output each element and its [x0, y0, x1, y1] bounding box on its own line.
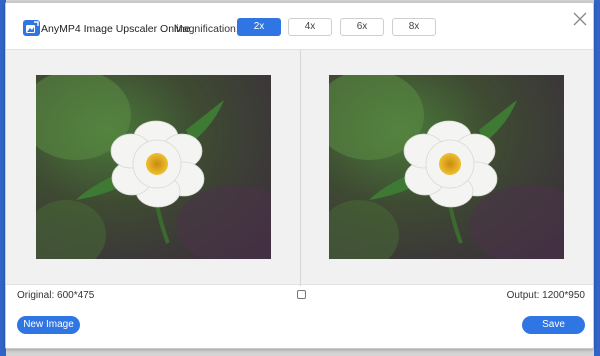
original-size-label: Original: 600*475: [17, 290, 95, 301]
upscaler-dialog: AnyMP4 Image Upscaler Online Magnificati…: [5, 2, 594, 349]
output-size-label: Output: 1200*950: [506, 290, 585, 301]
magnification-2x-button[interactable]: 2x: [237, 18, 281, 36]
save-button[interactable]: Save: [522, 316, 585, 334]
output-image: [329, 75, 564, 259]
image-info-bar: Original: 600*475 Output: 1200*950: [6, 285, 593, 307]
magnification-label: Magnification:: [174, 23, 239, 35]
image-upscale-logo-icon: [23, 20, 40, 36]
close-icon[interactable]: [572, 11, 588, 27]
comparison-divider[interactable]: [300, 50, 301, 286]
magnification-8x-button[interactable]: 8x: [392, 18, 436, 36]
dialog-header: AnyMP4 Image Upscaler Online Magnificati…: [6, 3, 593, 49]
magnification-6x-button[interactable]: 6x: [340, 18, 384, 36]
new-image-button[interactable]: New Image: [17, 316, 80, 334]
magnification-4x-button[interactable]: 4x: [288, 18, 332, 36]
fit-view-icon[interactable]: [297, 290, 306, 299]
original-image: [36, 75, 271, 259]
comparison-area: [6, 49, 593, 286]
app-title: AnyMP4 Image Upscaler Online: [41, 23, 191, 35]
